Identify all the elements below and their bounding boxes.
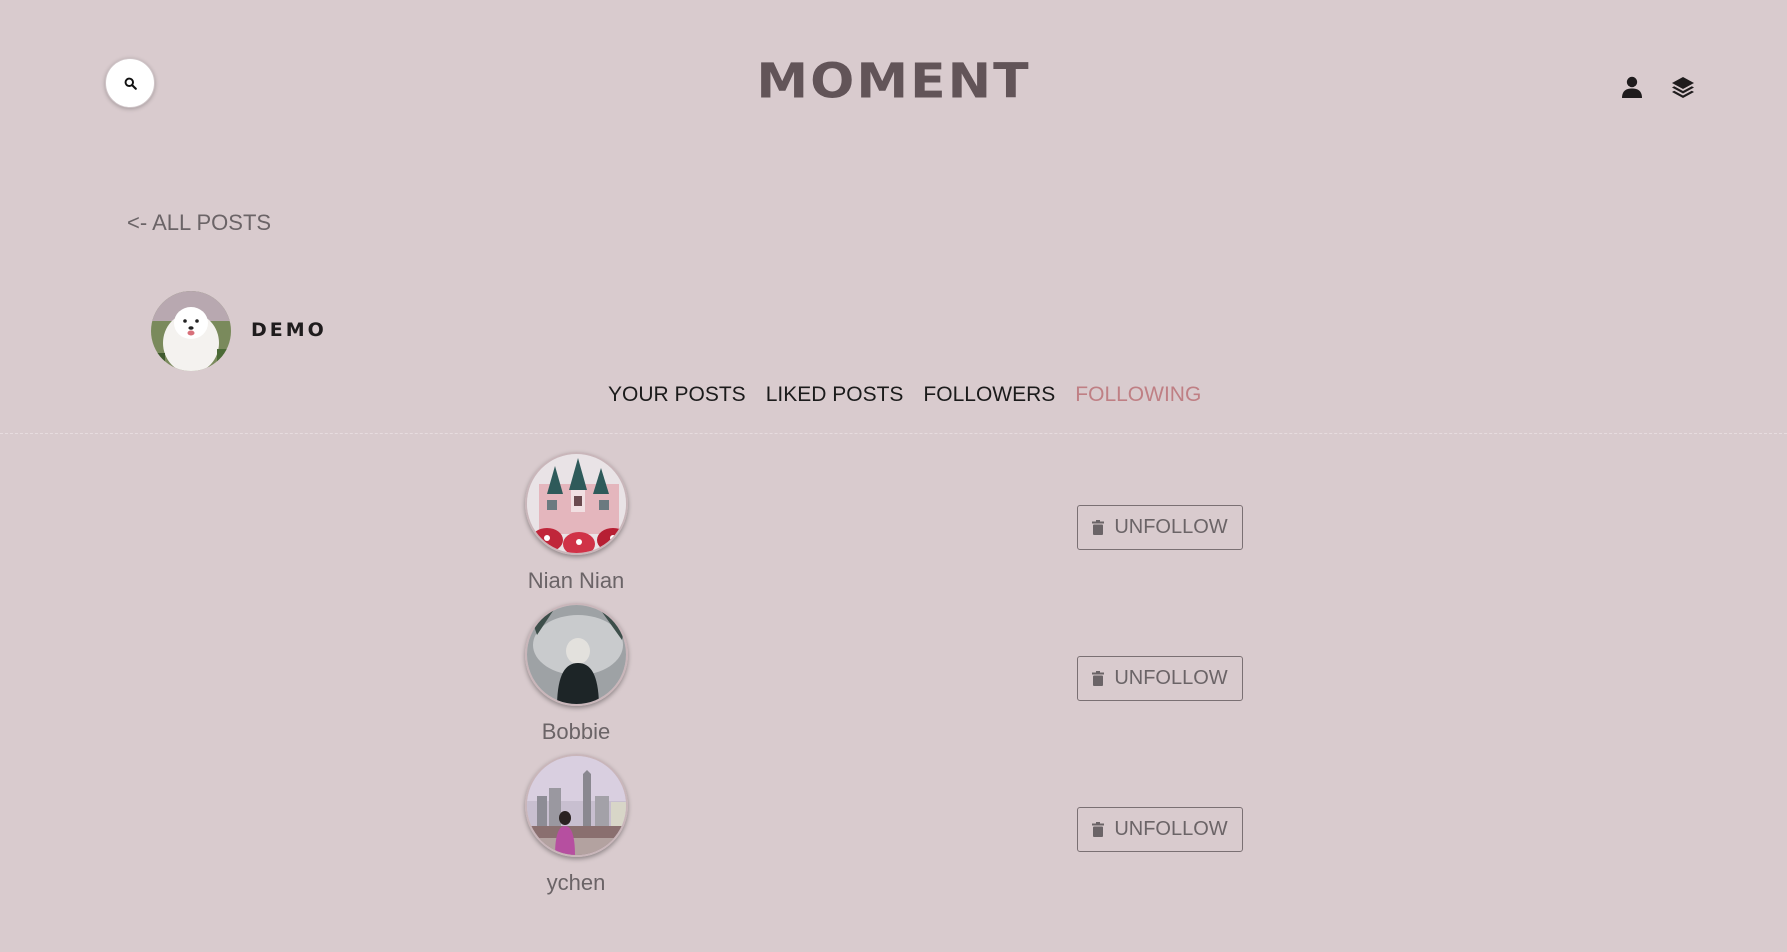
tab-your-posts[interactable]: YOUR POSTS: [608, 383, 746, 407]
profile-tabs: YOUR POSTS LIKED POSTS FOLLOWERS FOLLOWI…: [608, 383, 1221, 407]
unfollow-button-label: UNFOLLOW: [1114, 818, 1228, 840]
following-list-item: ychen UNFOLLOW: [0, 754, 1787, 904]
unfollow-button[interactable]: UNFOLLOW: [1077, 505, 1243, 550]
tab-following[interactable]: FOLLOWING: [1075, 383, 1201, 407]
tab-followers[interactable]: FOLLOWERS: [923, 383, 1055, 407]
logo[interactable]: MOMENT: [0, 54, 1787, 109]
unfollow-button[interactable]: UNFOLLOW: [1077, 656, 1243, 701]
following-avatar[interactable]: [525, 452, 628, 555]
unfollow-button-label: UNFOLLOW: [1114, 667, 1228, 689]
tab-liked-posts[interactable]: LIKED POSTS: [766, 383, 904, 407]
unfollow-button-label: UNFOLLOW: [1114, 516, 1228, 538]
following-avatar[interactable]: [525, 754, 628, 857]
following-name[interactable]: Bobbie: [476, 719, 676, 745]
unfollow-button[interactable]: UNFOLLOW: [1077, 807, 1243, 852]
divider: [0, 433, 1787, 434]
following-avatar[interactable]: [525, 603, 628, 706]
layers-icon[interactable]: [1669, 73, 1697, 101]
following-list-item: Bobbie UNFOLLOW: [0, 603, 1787, 753]
following-list-item: Nian Nian UNFOLLOW: [0, 452, 1787, 602]
trash-icon: [1092, 520, 1105, 535]
profile-username: DEMO: [251, 319, 327, 341]
user-icon[interactable]: [1618, 73, 1646, 101]
following-name[interactable]: Nian Nian: [476, 568, 676, 594]
profile-avatar: [151, 291, 231, 371]
trash-icon: [1092, 822, 1105, 837]
trash-icon: [1092, 671, 1105, 686]
following-name[interactable]: ychen: [476, 870, 676, 896]
back-to-all-posts-link[interactable]: <- ALL POSTS: [127, 210, 271, 236]
